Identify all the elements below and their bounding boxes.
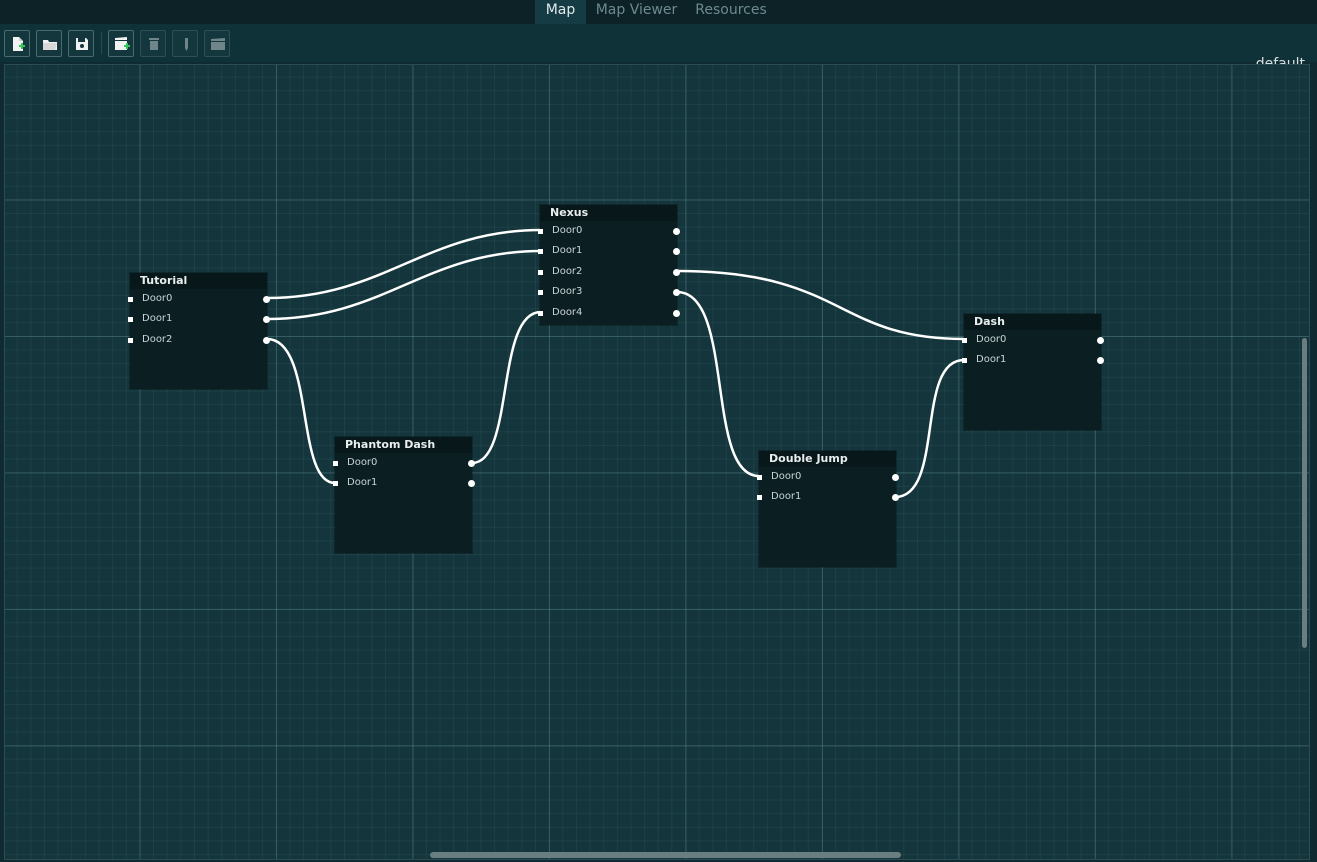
node-phantom-dash[interactable]: Phantom Dash Door0 Door1 (333, 437, 475, 553)
wire-tutorial-door1-nexus-door1 (265, 249, 543, 321)
scene-icon (211, 38, 225, 50)
input-port[interactable] (538, 249, 543, 254)
delete-icon (149, 38, 159, 50)
node-tutorial[interactable]: Tutorial Door0 Door1 Door2 (128, 273, 270, 389)
node-title: Nexus (540, 205, 677, 221)
port-label: Door2 (552, 266, 583, 277)
port-row-door1: Door1 (333, 473, 475, 493)
port-label: Door0 (552, 225, 583, 236)
output-port[interactable] (673, 248, 680, 255)
output-port[interactable] (1097, 337, 1104, 344)
output-port[interactable] (468, 460, 475, 467)
input-port[interactable] (128, 338, 133, 343)
toolbar-separator (101, 32, 102, 54)
new-file-icon (13, 37, 25, 51)
port-label: Door1 (552, 245, 583, 256)
output-port[interactable] (673, 228, 680, 235)
input-port[interactable] (333, 481, 338, 486)
output-port[interactable] (673, 289, 680, 296)
input-port[interactable] (962, 358, 967, 363)
output-port[interactable] (892, 474, 899, 481)
port-row-door2: Door2 (538, 262, 680, 282)
port-row-door0: Door0 (757, 467, 899, 487)
port-row-door2: Door2 (128, 330, 270, 350)
port-row-door1: Door1 (538, 241, 680, 261)
node-title: Dash (964, 314, 1101, 330)
vertical-scrollbar[interactable] (1302, 338, 1307, 648)
node-nexus[interactable]: Nexus Door0 Door1 Door2 Door3 Door4 (538, 205, 680, 325)
open-folder-icon (43, 40, 57, 50)
port-label: Door4 (552, 307, 583, 318)
output-port[interactable] (673, 269, 680, 276)
input-port[interactable] (757, 495, 762, 500)
output-port[interactable] (468, 480, 475, 487)
input-port[interactable] (333, 461, 338, 466)
port-label: Door1 (976, 354, 1007, 365)
output-port[interactable] (892, 494, 899, 501)
output-port[interactable] (1097, 357, 1104, 364)
add-scene-icon (115, 37, 130, 50)
toolbar: default (0, 24, 1317, 72)
input-port[interactable] (962, 338, 967, 343)
wire-double-door1-dash-door1 (893, 358, 966, 499)
node-title: Double Jump (759, 451, 896, 467)
port-row-door0: Door0 (962, 330, 1104, 350)
main-tab-bar: Map Map Viewer Resources (0, 0, 1317, 24)
port-label: Door2 (142, 334, 173, 345)
edit-icon (185, 38, 188, 51)
node-title: Phantom Dash (335, 437, 472, 453)
input-port[interactable] (538, 270, 543, 275)
port-label: Door3 (552, 286, 583, 297)
port-label: Door0 (976, 334, 1007, 345)
wire-nexus-door3-double-door0 (675, 290, 761, 478)
output-port[interactable] (263, 337, 270, 344)
tab-map-viewer[interactable]: Map Viewer (591, 0, 682, 24)
open-map-button[interactable] (36, 30, 62, 57)
tab-map[interactable]: Map (535, 0, 586, 24)
port-label: Door1 (142, 313, 173, 324)
output-port[interactable] (263, 316, 270, 323)
port-row-door1: Door1 (128, 309, 270, 329)
save-map-button[interactable] (68, 30, 94, 57)
wire-tutorial-door2-phantom-door1 (265, 337, 337, 485)
input-port[interactable] (538, 311, 543, 316)
add-scene-button[interactable] (108, 30, 134, 57)
input-port[interactable] (538, 290, 543, 295)
port-row-door3: Door3 (538, 282, 680, 302)
output-port[interactable] (263, 296, 270, 303)
port-label: Door0 (347, 457, 378, 468)
input-port[interactable] (757, 475, 762, 480)
connection-wires (265, 228, 966, 499)
port-row-door0: Door0 (128, 289, 270, 309)
wire-nexus-door2-dash-door0 (675, 269, 966, 341)
node-title: Tutorial (130, 273, 267, 289)
port-label: Door0 (771, 471, 802, 482)
tab-resources[interactable]: Resources (690, 0, 772, 24)
save-icon (76, 38, 88, 50)
horizontal-scrollbar[interactable] (430, 852, 901, 858)
port-row-door1: Door1 (757, 487, 899, 507)
input-port[interactable] (128, 297, 133, 302)
port-label: Door1 (771, 491, 802, 502)
port-label: Door1 (347, 477, 378, 488)
port-row-door4: Door4 (538, 303, 680, 323)
port-row-door0: Door0 (333, 453, 475, 473)
port-row-door0: Door0 (538, 221, 680, 241)
new-map-button[interactable] (4, 30, 30, 57)
graph-canvas[interactable]: Tutorial Door0 Door1 Door2 Nexus Door0 D… (4, 64, 1310, 860)
node-double-jump[interactable]: Double Jump Door0 Door1 (757, 451, 899, 567)
delete-button[interactable] (140, 30, 166, 57)
node-dash[interactable]: Dash Door0 Door1 (962, 314, 1104, 430)
output-port[interactable] (673, 310, 680, 317)
wire-tutorial-door0-nexus-door0 (265, 228, 543, 300)
input-port[interactable] (128, 317, 133, 322)
wire-phantom-door0-nexus-door4 (470, 310, 543, 465)
port-label: Door0 (142, 293, 173, 304)
edit-button[interactable] (172, 30, 198, 57)
port-row-door1: Door1 (962, 350, 1104, 370)
scene-button[interactable] (204, 30, 230, 57)
input-port[interactable] (538, 229, 543, 234)
